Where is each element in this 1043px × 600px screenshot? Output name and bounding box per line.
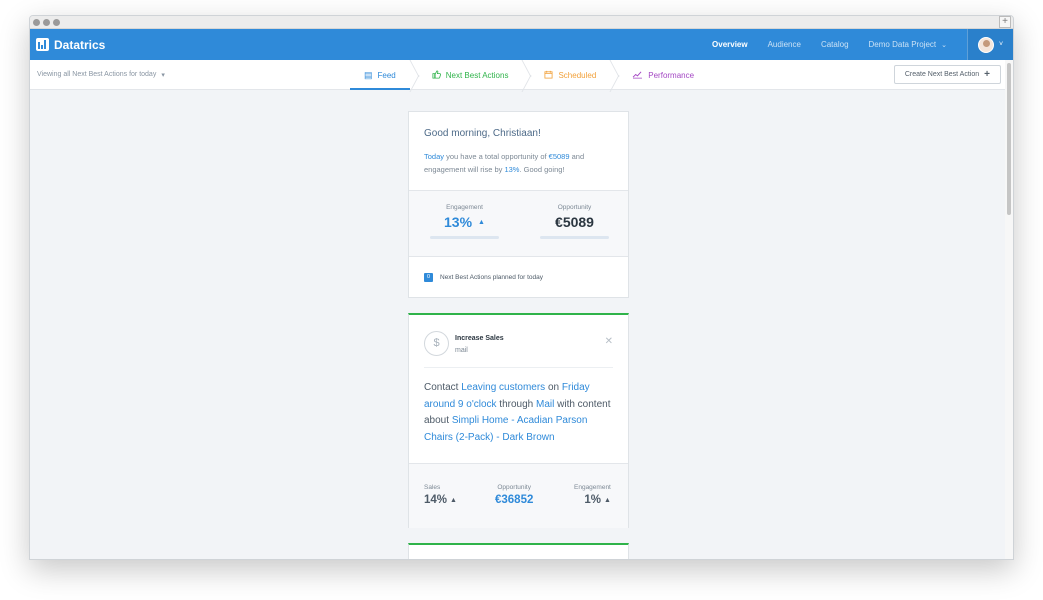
description-text: through (496, 398, 536, 410)
today-link: Today (424, 152, 445, 161)
tab-label: Feed (377, 70, 396, 80)
opportunity-value: €36852 (495, 494, 534, 506)
nav-catalog[interactable]: Catalog (821, 40, 849, 49)
sales-value-row: 14% ▲ (424, 494, 457, 506)
close-icon[interactable]: ✕ (605, 336, 613, 347)
engagement-rise: 13% (504, 165, 520, 174)
tab-separator (410, 60, 418, 90)
view-tabs: ▤ Feed Next Best Actions Scheduled Perfo… (350, 60, 708, 90)
opportunity-stat: Opportunity €36852 (495, 484, 533, 506)
nav-project-selector[interactable]: Demo Data Project ⌄ (869, 40, 947, 49)
feed-content: Good morning, Christiaan! Today you have… (30, 90, 1007, 559)
new-tab-button[interactable]: + (999, 16, 1011, 28)
brand-name: Datatrics (54, 37, 106, 52)
next-action-card[interactable] (408, 543, 629, 559)
greeting-text: Today you have a total opportunity of €5… (424, 150, 614, 176)
tab-performance[interactable]: Performance (618, 60, 708, 90)
planned-actions[interactable]: 0 Next Best Actions planned for today (424, 273, 543, 282)
create-next-best-action-button[interactable]: Create Next Best Action + (893, 65, 1001, 84)
user-menu[interactable]: ˅ (967, 29, 1013, 60)
action-title: Increase Sales (455, 335, 504, 342)
window-titlebar: + (30, 16, 1013, 29)
action-card[interactable]: $ Increase Sales mail ✕ Contact Leaving … (408, 313, 629, 528)
top-navigation: Overview Audience Catalog Demo Data Proj… (712, 29, 1013, 60)
thumbs-up-icon (432, 69, 441, 81)
tab-scheduled[interactable]: Scheduled (530, 60, 610, 90)
scrollbar-thumb[interactable] (1007, 63, 1011, 215)
sales-value: 14% (424, 494, 448, 506)
engagement-value: 13% (444, 214, 473, 230)
description-text: Contact (424, 382, 462, 393)
sales-stat: Sales 14% ▲ (424, 484, 457, 506)
engagement-value-row: 1% ▲ (574, 494, 611, 506)
project-name: Demo Data Project (868, 40, 937, 49)
tab-label: Scheduled (558, 70, 597, 80)
tab-label: Next Best Actions (445, 70, 509, 80)
tab-separator (610, 60, 618, 90)
window-maximize-dot[interactable] (53, 19, 60, 26)
sub-navigation: Viewing all Next Best Actions for today … (30, 60, 1013, 90)
greeting-stats: Engagement 13% ▲ Opportunity €5089 (409, 190, 628, 257)
chevron-down-icon: ˅ (998, 41, 1004, 48)
opportunity-amount: €5089 (548, 152, 570, 161)
viewing-filter[interactable]: Viewing all Next Best Actions for today … (37, 71, 165, 79)
tab-separator (522, 60, 530, 90)
engagement-label: Engagement (446, 204, 483, 211)
opportunity-value: €5089 (555, 214, 594, 230)
planned-label: Next Best Actions planned for today (440, 274, 543, 281)
greeting-text-part: . Good going! (519, 165, 565, 174)
engagement-value-row: 13% ▲ (430, 214, 499, 230)
greeting-title: Good morning, Christiaan! (424, 128, 541, 139)
opportunity-bar (540, 236, 609, 239)
arrow-up-icon: ▲ (478, 218, 485, 226)
action-stats: Sales 14% ▲ Opportunity €36852 Engagemen… (409, 463, 628, 528)
chart-line-icon (632, 70, 643, 81)
sales-label: Sales (424, 484, 441, 491)
opportunity-stat: Opportunity €5089 (540, 204, 609, 239)
chevron-down-icon: ⌄ (941, 41, 947, 49)
tab-next-best-actions[interactable]: Next Best Actions (418, 60, 523, 90)
engagement-bar (430, 236, 499, 239)
description-text: on (545, 382, 562, 393)
opportunity-label: Opportunity (497, 484, 531, 491)
action-header: $ Increase Sales mail ✕ (424, 330, 613, 368)
nav-overview[interactable]: Overview (712, 40, 748, 49)
feed-icon: ▤ (364, 69, 373, 80)
audience-link[interactable]: Leaving customers (461, 382, 545, 393)
tab-label: Performance (648, 70, 695, 80)
calendar-icon (544, 70, 553, 81)
plus-icon: + (984, 69, 990, 80)
scrollbar[interactable] (1005, 60, 1013, 559)
avatar (977, 36, 994, 53)
engagement-value: 1% (584, 494, 601, 506)
viewing-filter-label: Viewing all Next Best Actions for today (37, 71, 157, 78)
engagement-stat: Engagement 1% ▲ (574, 484, 611, 506)
create-button-label: Create Next Best Action (904, 71, 980, 78)
greeting-card: Good morning, Christiaan! Today you have… (408, 111, 629, 298)
channel-link[interactable]: Mail (536, 399, 554, 410)
nav-audience[interactable]: Audience (768, 40, 801, 49)
action-description: Contact Leaving customers on Friday arou… (424, 380, 616, 446)
greeting-text-part: you have a total opportunity of (444, 152, 549, 161)
engagement-stat: Engagement 13% ▲ (430, 204, 499, 239)
tab-feed[interactable]: ▤ Feed (350, 60, 410, 90)
dollar-icon: $ (424, 331, 449, 356)
arrow-up-icon: ▲ (450, 496, 457, 504)
engagement-label: Engagement (574, 484, 611, 491)
action-channel: mail (455, 347, 468, 354)
browser-window: + Datatrics Overview Audience Catalog De… (29, 15, 1014, 560)
opportunity-label: Opportunity (557, 204, 592, 211)
planned-count-badge: 0 (424, 273, 433, 282)
chevron-down-icon: ▾ (161, 71, 165, 79)
bar-chart-logo-icon (36, 38, 49, 51)
arrow-up-icon: ▲ (603, 496, 611, 504)
app-header: Datatrics Overview Audience Catalog Demo… (30, 29, 1013, 60)
window-minimize-dot[interactable] (43, 19, 50, 26)
brand[interactable]: Datatrics (36, 38, 105, 52)
window-close-dot[interactable] (33, 19, 40, 26)
